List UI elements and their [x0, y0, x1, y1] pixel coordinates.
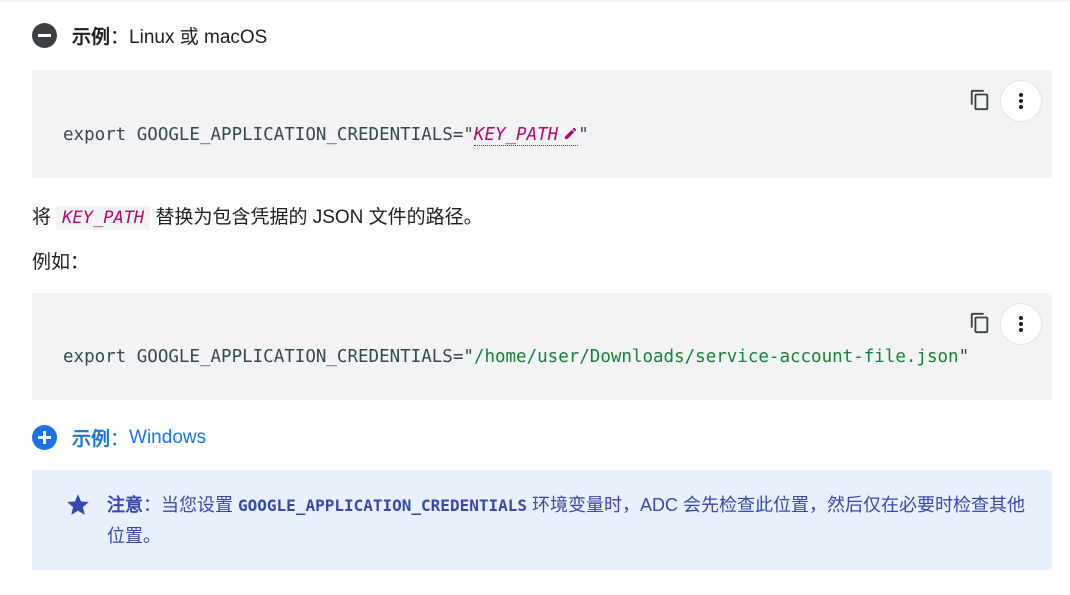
replace-instruction: 将 KEY_PATH 替换为包含凭据的 JSON 文件的路径。 — [32, 206, 483, 230]
code-suffix: " — [578, 125, 589, 145]
copy-icon[interactable] — [969, 89, 991, 111]
example-os-label: Linux 或 macOS — [129, 27, 268, 48]
more-vert-icon[interactable] — [1000, 80, 1042, 122]
note-env-var: GOOGLE_APPLICATION_CREDENTIALS — [238, 496, 527, 515]
pencil-icon[interactable] — [563, 126, 578, 146]
minus-circle-icon — [32, 23, 57, 48]
example-windows-toggle[interactable]: 示例 ： Windows — [32, 424, 206, 451]
note-box: 注意：当您设置 GOOGLE_APPLICATION_CREDENTIALS 环… — [32, 470, 1052, 570]
copy-icon[interactable] — [969, 312, 991, 334]
code-block-example: export GOOGLE_APPLICATION_CREDENTIALS="/… — [32, 293, 1052, 400]
code-line: export GOOGLE_APPLICATION_CREDENTIALS="/… — [63, 347, 969, 367]
note-label: 注意 — [107, 495, 143, 515]
key-path-placeholder[interactable]: KEY_PATH — [473, 125, 579, 146]
code-line: export GOOGLE_APPLICATION_CREDENTIALS="K… — [63, 125, 589, 146]
star-icon — [65, 492, 91, 523]
code-block-linux: export GOOGLE_APPLICATION_CREDENTIALS="K… — [32, 70, 1052, 178]
more-vert-icon[interactable] — [1000, 303, 1042, 345]
example-os-label: Windows — [129, 426, 207, 448]
code-prefix: export GOOGLE_APPLICATION_CREDENTIALS=" — [63, 125, 474, 145]
example-sep: ： — [110, 429, 130, 450]
example-label: 示例 — [72, 27, 111, 48]
inline-key-path: KEY_PATH — [56, 206, 151, 230]
example-sep: ： — [110, 27, 130, 48]
example-intro: 例如： — [32, 252, 90, 273]
top-divider — [0, 0, 1070, 2]
plus-circle-icon — [32, 425, 57, 450]
example-label: 示例 — [72, 429, 111, 450]
note-text: 注意：当您设置 GOOGLE_APPLICATION_CREDENTIALS 环… — [107, 495, 1026, 546]
example-linux-toggle[interactable]: 示例 ： Linux 或 macOS — [32, 22, 267, 49]
code-path-value: /home/user/Downloads/service-account-fil… — [473, 347, 959, 367]
code-suffix: " — [958, 347, 970, 367]
code-prefix: export GOOGLE_APPLICATION_CREDENTIALS=" — [63, 347, 474, 367]
